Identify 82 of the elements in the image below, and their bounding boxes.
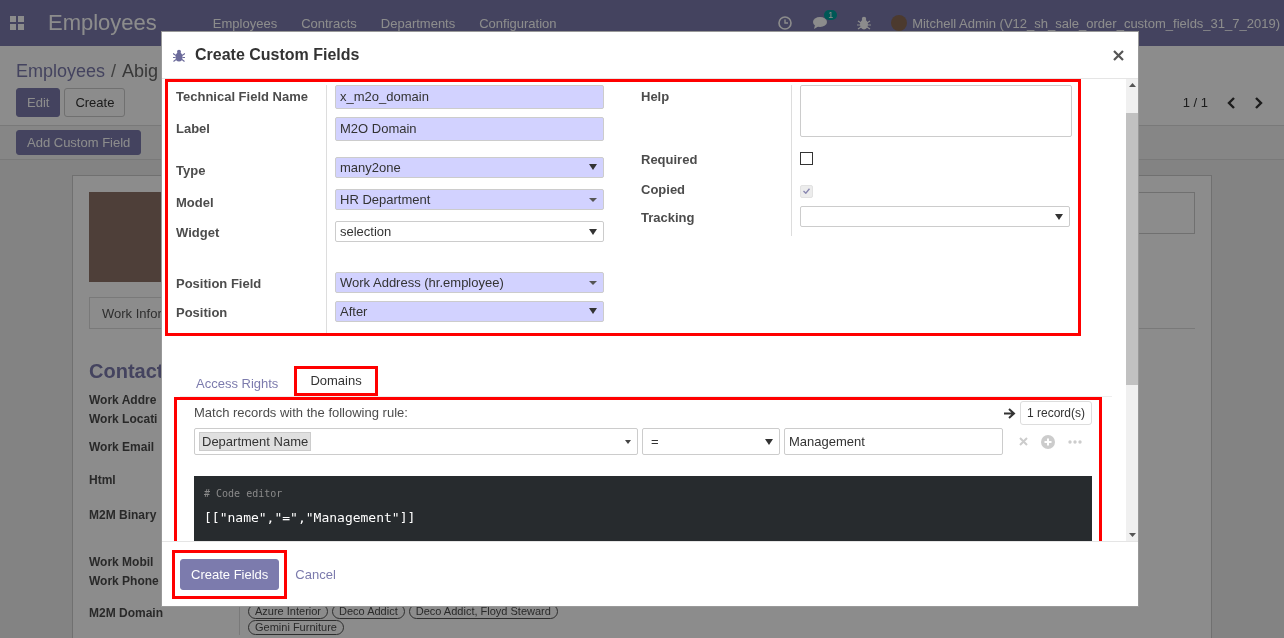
bug-icon — [173, 48, 185, 62]
value-field[interactable]: Management — [784, 428, 1003, 455]
field-label: Work Locati — [89, 411, 158, 428]
caret-icon — [589, 280, 597, 285]
arrow-right-icon[interactable] — [1004, 407, 1016, 419]
field-label: Technical Field Name — [168, 85, 327, 118]
select-field[interactable]: After — [335, 300, 604, 322]
record-count-button[interactable]: 1 record(s) — [1020, 401, 1092, 425]
chevron-left-icon[interactable] — [1226, 96, 1236, 109]
field-label: Position — [168, 300, 327, 333]
text-area[interactable] — [800, 85, 1072, 137]
field-label: Required — [641, 148, 792, 178]
caret-icon — [589, 197, 597, 202]
edit-button[interactable]: Edit — [16, 88, 61, 117]
menu-link[interactable]: Departments — [380, 15, 456, 31]
check-icon — [803, 188, 810, 194]
clock-icon[interactable] — [778, 16, 793, 30]
create-fields-button[interactable]: Create Fields — [180, 559, 280, 590]
ellipsis-icon[interactable] — [1068, 439, 1082, 444]
field-label: Work Email — [89, 439, 155, 456]
field-label: Type — [168, 156, 327, 190]
input-field[interactable]: M2O Domain — [335, 117, 604, 142]
bug-icon[interactable] — [857, 16, 872, 30]
app-title: Employees — [48, 10, 157, 36]
input-field[interactable]: x_m2o_domain — [335, 85, 604, 109]
apps-menu-icon[interactable] — [10, 16, 24, 30]
field-label: Position Field — [168, 272, 327, 301]
menu-link[interactable]: Employees — [212, 15, 278, 31]
create-button[interactable]: Create — [64, 88, 126, 117]
code-line: [["name","=","Management"]] — [204, 510, 417, 525]
caret-icon — [765, 438, 773, 445]
select-field[interactable]: many2one — [335, 156, 604, 178]
menu-link[interactable]: Configuration — [479, 15, 557, 31]
scroll-down-icon[interactable] — [1128, 533, 1136, 537]
dialog-title: Create Custom Fields — [195, 46, 360, 64]
add-custom-field-button[interactable]: Add Custom Field — [16, 130, 142, 155]
caret-icon — [589, 228, 597, 235]
tab[interactable]: Domains — [294, 366, 378, 396]
avatar — [891, 15, 908, 31]
chat-icon[interactable] — [812, 16, 829, 30]
dropdown-field[interactable]: Work Address (hr.employee) — [335, 272, 604, 294]
plus-circle-icon[interactable] — [1041, 434, 1055, 449]
user-menu[interactable]: Mitchell Admin (V12_sh_sale_order_custom_fields_31_7_2019) — [891, 15, 1284, 31]
breadcrumb-separator: / — [111, 60, 117, 82]
field-label: Work Mobil — [89, 554, 154, 571]
field-label: Html — [89, 472, 116, 489]
field-label: Model — [168, 189, 327, 222]
scrollbar[interactable] — [1126, 79, 1138, 541]
select-field[interactable] — [800, 206, 1070, 227]
chevron-right-icon[interactable] — [1254, 96, 1264, 109]
caret-icon — [1055, 213, 1063, 220]
caret-icon — [589, 308, 597, 315]
menu-link[interactable]: Contracts — [301, 15, 357, 31]
field-label: Work Phone — [89, 573, 159, 590]
breadcrumb-item[interactable]: Abig — [122, 60, 159, 82]
field-label: Label — [168, 117, 327, 157]
field-label: Widget — [168, 221, 327, 273]
select-field[interactable]: selection — [335, 221, 604, 243]
code-comment: # Code editor — [204, 488, 284, 499]
rule-description: Match records with the following rule: — [194, 404, 408, 420]
scroll-up-icon[interactable] — [1128, 83, 1136, 87]
code-editor[interactable]: # Code editor [["name","=","Management"]] — [194, 476, 1092, 541]
cancel-link[interactable]: Cancel — [295, 566, 336, 582]
field-label: Work Addre — [89, 392, 157, 409]
dropdown-field[interactable]: HR Department — [335, 189, 604, 211]
scrollbar-thumb[interactable] — [1126, 113, 1138, 385]
caret-icon — [589, 164, 597, 171]
tab[interactable]: Access Rights — [180, 366, 295, 396]
field-selector[interactable]: Department Name — [194, 428, 638, 455]
field-label: M2M Domain — [89, 605, 164, 622]
operator-select[interactable]: = — [642, 428, 780, 455]
field-label: Tracking — [641, 206, 792, 236]
caret-icon — [625, 439, 631, 444]
close-icon[interactable] — [1113, 49, 1124, 61]
field-label: Copied — [641, 178, 792, 206]
notification-badge: 1 — [824, 10, 838, 20]
field-label: M2M Binary — [89, 507, 157, 524]
field-label: Help — [641, 85, 792, 148]
breadcrumb-item[interactable]: Employees — [16, 60, 106, 82]
section-title: Contact — [89, 360, 164, 383]
pager-counter: 1 / 1 — [1182, 95, 1208, 110]
checkbox[interactable] — [800, 152, 813, 165]
